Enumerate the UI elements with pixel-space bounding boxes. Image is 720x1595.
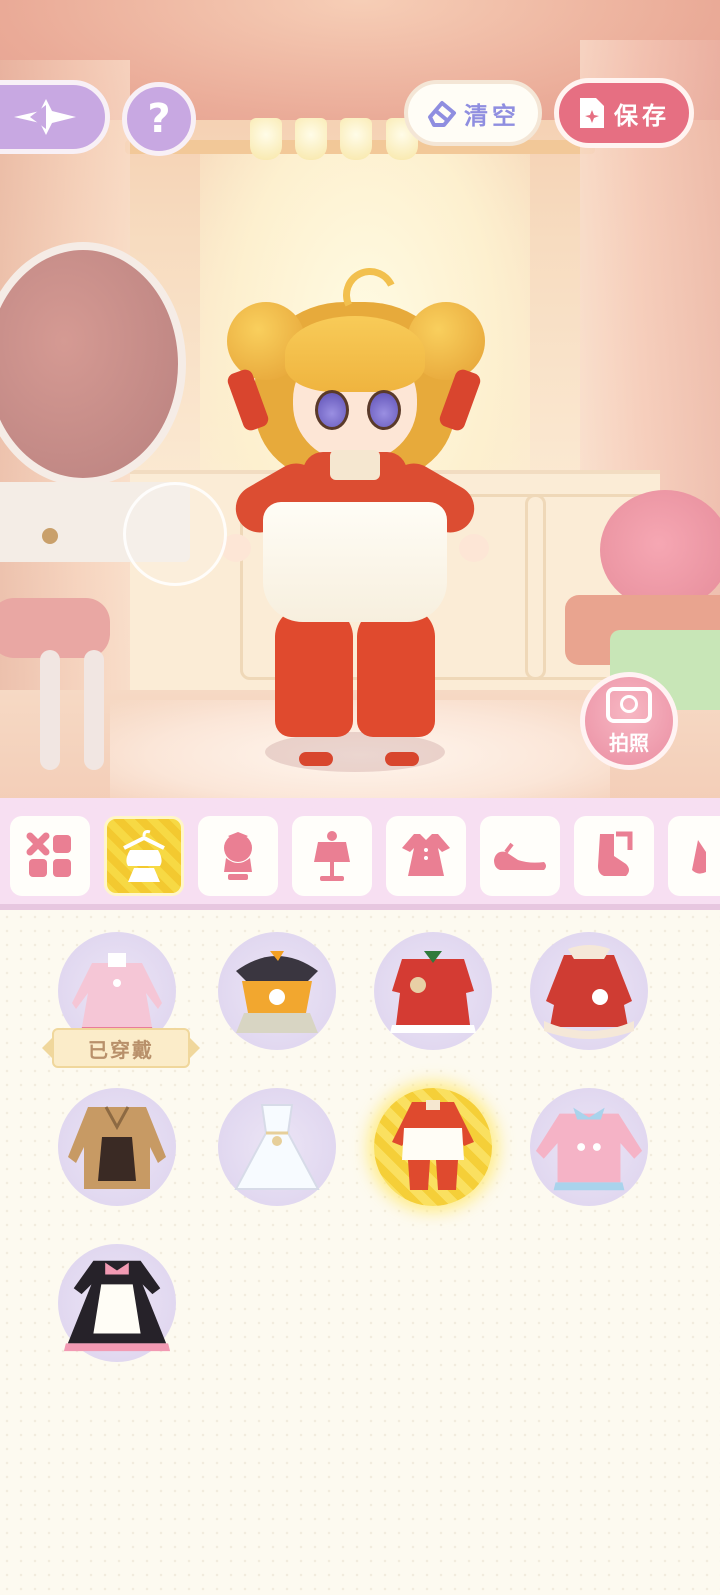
- outfit-item[interactable]: [58, 1244, 176, 1362]
- help-label: ?: [147, 96, 171, 142]
- save-button[interactable]: 保存: [554, 78, 694, 148]
- outfit-item[interactable]: [58, 1088, 176, 1206]
- all-categories-icon: [26, 832, 71, 877]
- worn-badge-label: 已穿戴: [88, 1037, 154, 1062]
- red-winter-coat-dress-icon: [544, 945, 634, 1039]
- plush-toy: [600, 490, 720, 610]
- black-maid-dress-icon: [63, 1260, 171, 1352]
- tab-hairstyle[interactable]: [198, 816, 278, 896]
- camera-icon: [606, 686, 652, 723]
- photo-label: 拍照: [609, 730, 649, 755]
- outfit-item[interactable]: [530, 1088, 648, 1206]
- brown-trench-coat-icon: [68, 1106, 166, 1189]
- right-eye: [367, 390, 401, 430]
- stool-leg: [84, 650, 104, 770]
- right-pant-leg: [357, 607, 435, 737]
- outfit-item[interactable]: [218, 1088, 336, 1206]
- left-pant-leg: [275, 607, 353, 737]
- save-file-icon: [580, 98, 604, 128]
- tab-bar-scallop-edge: [0, 786, 720, 810]
- outfit-item-selected[interactable]: [374, 1088, 492, 1206]
- left-eye: [315, 390, 349, 430]
- shelf-lamp: [340, 118, 372, 160]
- photo-button[interactable]: 拍照: [580, 672, 678, 770]
- shelf-lamp: [295, 118, 327, 160]
- stool: [0, 598, 110, 658]
- bangs: [285, 316, 425, 392]
- socks-icon: [598, 831, 633, 876]
- top-icon: [314, 831, 350, 881]
- outfit-item[interactable]: [374, 932, 492, 1050]
- white-gown-icon: [234, 1104, 320, 1190]
- outfit-item[interactable]: [530, 932, 648, 1050]
- back-button[interactable]: [0, 80, 110, 154]
- right-shoe: [385, 752, 419, 766]
- red-christmas-dress-icon: [390, 951, 476, 1033]
- dress-icon: [402, 834, 450, 876]
- clear-button[interactable]: 清空: [404, 80, 542, 146]
- outfit-set-icon: [123, 830, 165, 882]
- eraser-icon: [428, 101, 456, 127]
- red-qipao-apron-outfit-icon: [392, 1100, 474, 1190]
- orange-witch-outfit-icon: [236, 951, 318, 1033]
- pink-dress-outfit-icon: [72, 953, 162, 1033]
- clear-label: 清空: [464, 101, 520, 130]
- shelf-lamp: [250, 118, 282, 160]
- tab-outfit-sets[interactable]: [104, 816, 184, 896]
- white-apron: [263, 502, 447, 622]
- accessory-icon: [692, 840, 706, 874]
- left-shoe: [299, 752, 333, 766]
- drawer-knob: [42, 528, 58, 544]
- hairstyle-icon: [224, 832, 252, 880]
- sparkle-back-icon: [14, 99, 76, 135]
- focus-ring: [123, 482, 227, 586]
- worn-badge: 已穿戴: [42, 1028, 200, 1068]
- tab-socks[interactable]: [574, 816, 654, 896]
- tab-all[interactable]: [10, 816, 90, 896]
- shoes-icon: [494, 842, 546, 870]
- right-hand: [459, 534, 489, 562]
- pink-sweater-icon: [535, 1107, 643, 1191]
- vanity-mirror: [0, 242, 186, 486]
- tab-accessory[interactable]: [668, 816, 720, 896]
- outfit-item[interactable]: [218, 932, 336, 1050]
- stool-leg: [40, 650, 60, 770]
- tab-top[interactable]: [292, 816, 372, 896]
- save-label: 保存: [614, 101, 670, 130]
- help-button[interactable]: ?: [122, 82, 196, 156]
- tab-shoes[interactable]: [480, 816, 560, 896]
- character-shadow: [265, 732, 445, 772]
- tab-dress[interactable]: [386, 816, 466, 896]
- mandarin-collar: [330, 450, 380, 480]
- character-avatar[interactable]: [215, 260, 495, 782]
